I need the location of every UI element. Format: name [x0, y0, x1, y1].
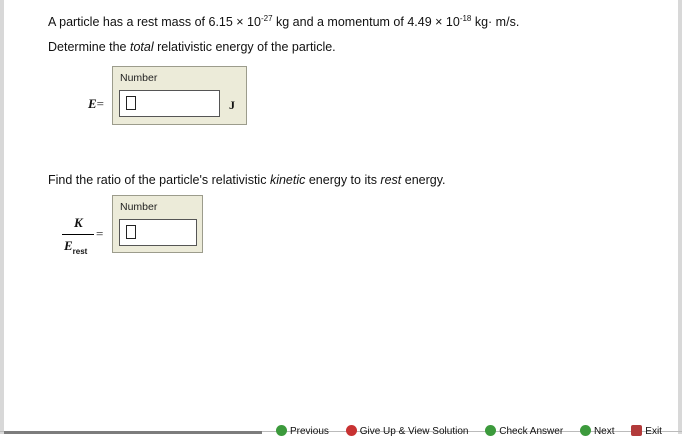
equals-sign: = [96, 226, 104, 241]
fraction-denominator: Erest [64, 238, 88, 256]
previous-button[interactable]: Previous [276, 425, 329, 437]
exit-icon [631, 425, 643, 436]
nav-bar: Previous Give Up & View Solution Check A… [276, 425, 676, 437]
fraction-bar [62, 234, 94, 235]
text-cursor [126, 96, 136, 110]
answer-1-box: Number J [112, 66, 247, 125]
question-1-text: A particle has a rest mass of 6.15 × 10-… [48, 14, 520, 29]
check-icon [485, 425, 497, 436]
ratio-input[interactable] [119, 219, 197, 246]
number-label: Number [120, 72, 158, 84]
left-frame [0, 0, 4, 434]
check-answer-button[interactable]: Check Answer [485, 425, 563, 437]
text-cursor [126, 225, 136, 239]
energy-input[interactable] [119, 90, 220, 117]
question-1-instruction: Determine the total relativistic energy … [48, 40, 336, 54]
number-label: Number [120, 201, 158, 213]
fraction-numerator: K [74, 215, 83, 230]
unit-label: J [229, 98, 235, 112]
answer-2-box: Number [112, 195, 203, 253]
exit-button[interactable]: Exit [631, 425, 662, 437]
arrow-right-icon [579, 425, 591, 436]
right-frame [678, 0, 682, 434]
arrow-left-icon [276, 425, 287, 436]
give-up-button[interactable]: Give Up & View Solution [345, 425, 468, 437]
energy-label: E= [88, 96, 105, 111]
x-circle-icon [345, 425, 357, 436]
question-2-text: Find the ratio of the particle's relativ… [48, 173, 446, 187]
next-button[interactable]: Next [579, 425, 615, 437]
